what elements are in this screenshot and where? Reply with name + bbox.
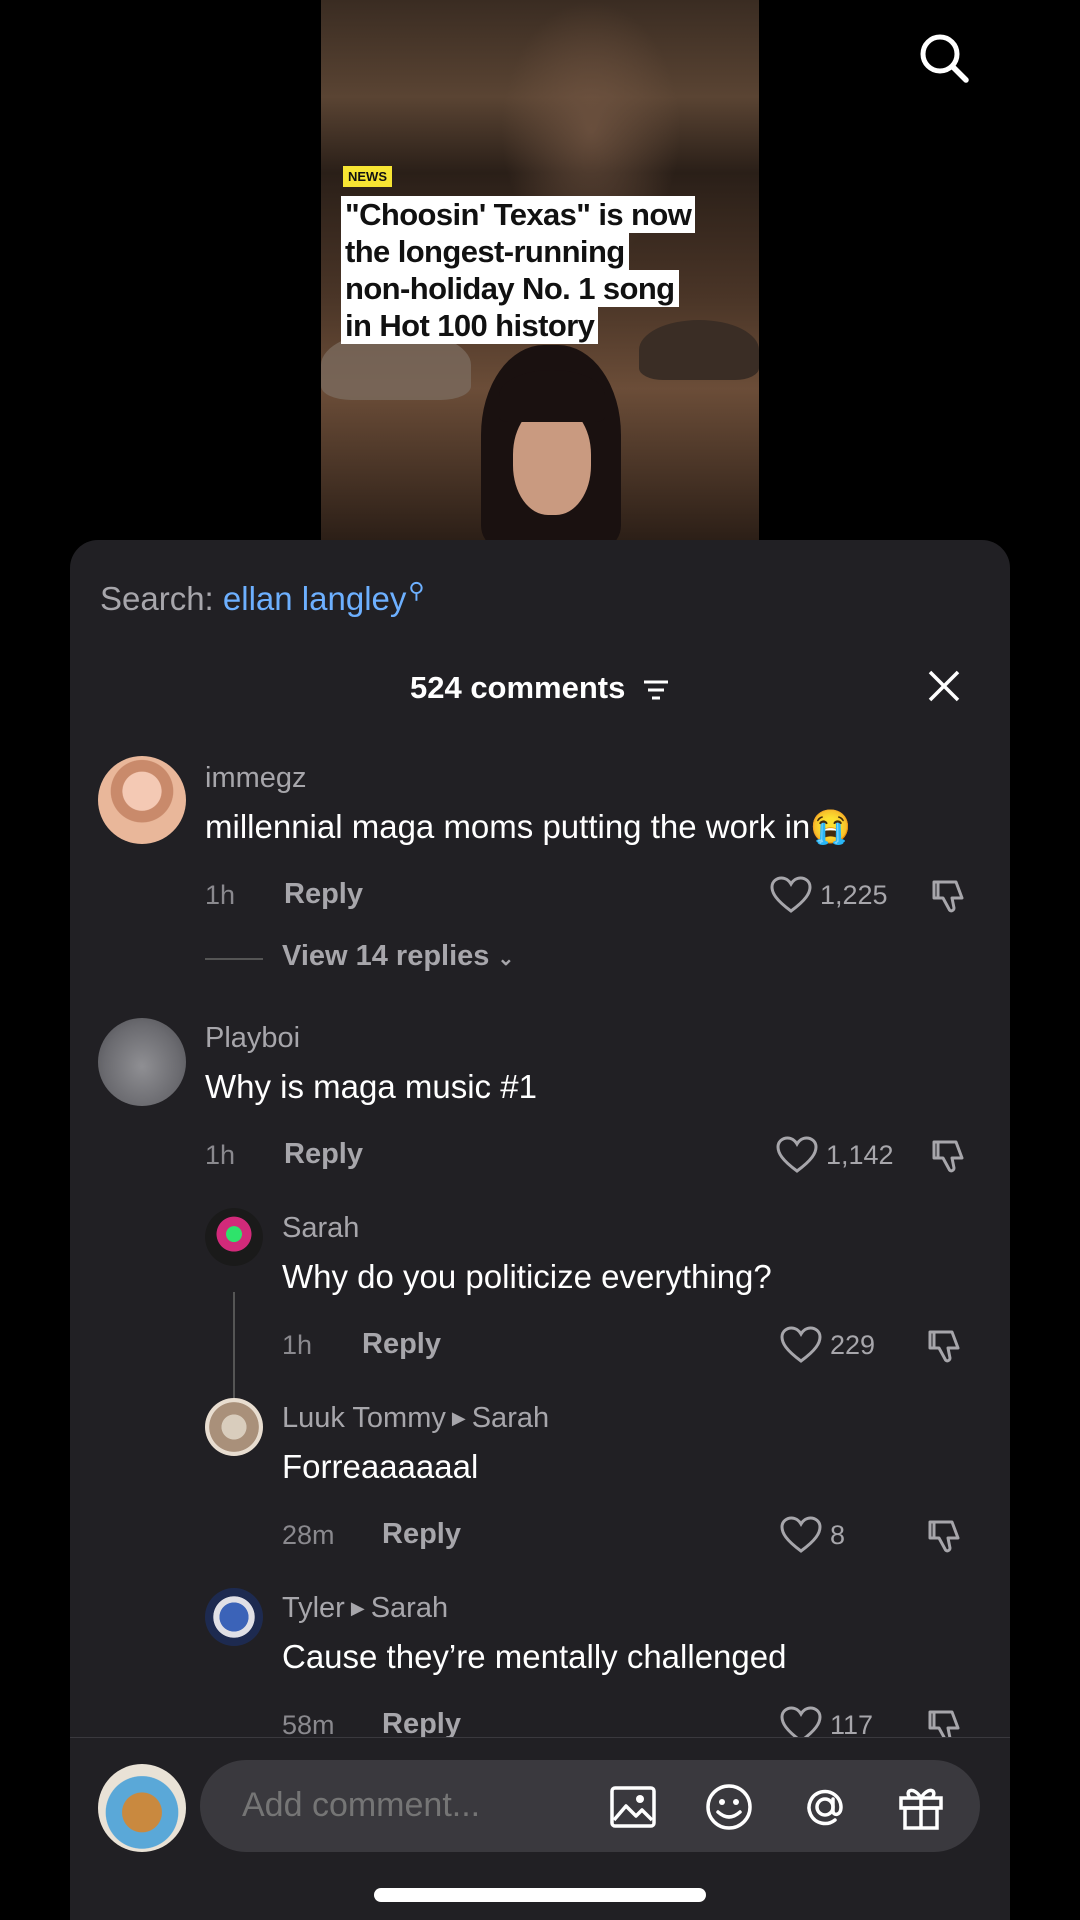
heart-icon [780, 1326, 822, 1363]
headline-line: non-holiday No. 1 song [341, 270, 679, 307]
gift-icon[interactable] [896, 1782, 946, 1832]
headline-line: the longest-running [341, 233, 629, 270]
heart-icon [776, 1136, 818, 1173]
divider-line [205, 958, 263, 960]
headline-line: "Choosin' Texas" is now [341, 196, 696, 233]
avatar[interactable] [98, 756, 186, 844]
avatar[interactable] [205, 1398, 263, 1456]
like-button[interactable]: 8 [780, 1516, 845, 1554]
comment-time: 1h [205, 1140, 236, 1170]
search-icon[interactable] [916, 30, 972, 86]
comment-text: Why is maga music #1 [205, 1068, 537, 1105]
like-count: 1,142 [826, 1139, 894, 1170]
reply-target: Sarah [370, 1592, 449, 1624]
video-preview[interactable]: NEWS "Choosin' Texas" is now the longest… [321, 0, 759, 540]
reply-arrow-icon: ▶ [350, 1598, 365, 1618]
comments-count: 524 comments [409, 670, 626, 705]
comment-input-container[interactable] [200, 1760, 980, 1852]
comment-text: Cause they’re mentally challenged [282, 1638, 787, 1675]
like-button[interactable]: 1,225 [770, 876, 888, 914]
comment-time: 1h [205, 880, 236, 910]
mention-icon[interactable] [800, 1782, 850, 1832]
comment-text: Forreaaaaaal [282, 1448, 479, 1485]
dislike-icon[interactable] [926, 1326, 966, 1366]
like-button[interactable]: 229 [780, 1326, 875, 1364]
reply-author: Tyler [282, 1592, 345, 1624]
dislike-icon[interactable] [930, 1136, 970, 1176]
search-suggestion-term[interactable]: ellan langley [223, 580, 406, 617]
close-icon[interactable] [926, 668, 962, 704]
search-suggestion[interactable]: Search: ellan langley⚲ [100, 578, 425, 618]
comment-text: Why do you politicize everything? [282, 1258, 772, 1295]
avatar[interactable] [98, 1018, 186, 1106]
comment-username[interactable]: immegz [205, 762, 307, 795]
like-button[interactable]: 1,142 [776, 1136, 894, 1174]
like-count: 1,225 [820, 879, 888, 910]
like-count: 117 [830, 1709, 874, 1740]
comment-time: 28m [282, 1520, 335, 1550]
dislike-icon[interactable] [930, 876, 970, 916]
reply-target: Sarah [471, 1402, 550, 1434]
image-icon[interactable] [608, 1782, 658, 1832]
news-badge: NEWS [343, 166, 392, 187]
home-indicator[interactable] [374, 1888, 706, 1902]
comment-username[interactable]: Playboi [205, 1022, 300, 1055]
avatar[interactable] [205, 1588, 263, 1646]
heart-icon [770, 876, 812, 913]
comment-text: millennial maga moms putting the work in… [205, 808, 852, 845]
my-avatar[interactable] [98, 1764, 186, 1852]
comment-input[interactable] [242, 1786, 582, 1825]
search-suggestion-label: Search: [100, 580, 214, 617]
comments-header: 524 comments [70, 670, 1010, 706]
reply-button[interactable]: Reply [284, 1138, 363, 1171]
view-replies-label: View 14 replies [282, 940, 490, 972]
dislike-icon[interactable] [926, 1516, 966, 1556]
sort-icon[interactable] [642, 678, 670, 702]
thread-line [233, 1292, 235, 1410]
reply-button[interactable]: Reply [362, 1328, 441, 1361]
reply-button[interactable]: Reply [382, 1518, 461, 1551]
headline-line: in Hot 100 history [341, 307, 599, 344]
reply-button[interactable]: Reply [284, 878, 363, 911]
view-replies-button[interactable]: View 14 replies ⌄ [282, 940, 514, 973]
avatar[interactable] [205, 1208, 263, 1266]
comment-time: 1h [282, 1330, 313, 1360]
video-headline: "Choosin' Texas" is now the longest-runn… [341, 196, 741, 344]
search-small-icon: ⚲ [408, 578, 425, 603]
comment-username[interactable]: Tyler ▶ Sarah [282, 1592, 448, 1625]
reply-arrow-icon: ▶ [451, 1408, 466, 1428]
comments-sheet: Search: ellan langley⚲ 524 comments imme… [70, 540, 1010, 1920]
comment-username[interactable]: Luuk Tommy ▶ Sarah [282, 1402, 549, 1435]
emoji-icon[interactable] [704, 1782, 754, 1832]
reply-author: Luuk Tommy [282, 1402, 446, 1434]
chevron-down-icon: ⌄ [497, 948, 515, 970]
video-figure [499, 370, 605, 422]
comment-username[interactable]: Sarah [282, 1212, 359, 1245]
heart-icon [780, 1516, 822, 1553]
like-count: 8 [830, 1519, 846, 1550]
like-count: 229 [830, 1329, 876, 1360]
